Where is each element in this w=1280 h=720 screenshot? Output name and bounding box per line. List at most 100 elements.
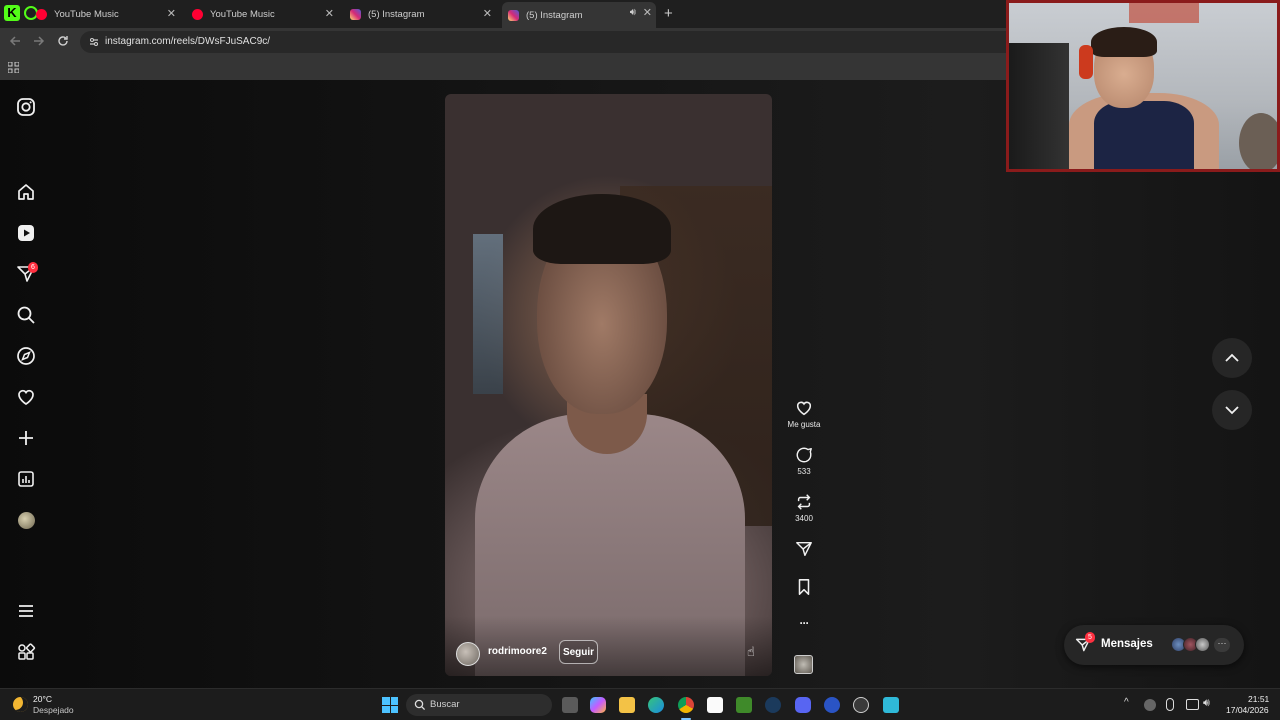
messages-pill-badge: 5 [1085, 632, 1095, 643]
instagram-favicon [508, 9, 519, 21]
search-icon [414, 699, 426, 711]
webcam-wall-shelf [1129, 3, 1199, 23]
microsoft-store-icon[interactable] [707, 697, 723, 713]
microphone-icon[interactable] [1166, 698, 1174, 711]
more-options-button[interactable]: ··· [784, 616, 824, 630]
tab-title: YouTube Music [54, 8, 119, 20]
file-explorer-icon[interactable] [619, 697, 635, 713]
cursor-hand-icon: ☝︎ [747, 644, 755, 659]
network-icon[interactable] [1186, 699, 1199, 710]
close-tab-icon[interactable]: ✕ [483, 7, 492, 20]
task-view-icon[interactable] [562, 697, 578, 713]
webcam-overlay [1006, 0, 1280, 172]
search-icon[interactable] [16, 305, 36, 325]
menu-icon[interactable] [16, 601, 36, 621]
youtube-music-favicon [192, 8, 203, 20]
weather-moon-icon[interactable] [13, 697, 28, 712]
weather-temp[interactable]: 20°C [33, 694, 52, 704]
follow-button[interactable]: Seguir [559, 640, 598, 664]
chevron-down-icon [1225, 406, 1239, 415]
tab-instagram-1[interactable]: (5) Instagram ✕ [346, 3, 496, 25]
like-button[interactable]: Me gusta [784, 399, 824, 429]
previous-reel-button[interactable] [1212, 338, 1252, 378]
volume-icon[interactable]: 🔊︎ [1203, 697, 1210, 710]
tab-youtube-music-2[interactable]: YouTube Music ✕ [188, 3, 338, 25]
tab-instagram-active[interactable]: (5) Instagram 🔊︎ ✕ [502, 2, 656, 28]
windows-start-icon[interactable] [382, 697, 398, 713]
youtube-music-favicon [36, 8, 47, 20]
home-icon[interactable] [16, 182, 36, 202]
tab-youtube-music-1[interactable]: YouTube Music ✕ [30, 3, 180, 25]
reel-video[interactable]: rodrimoore2 Seguir ☝︎ [445, 94, 772, 676]
discord-icon[interactable] [795, 697, 811, 713]
profile-avatar[interactable] [18, 512, 35, 529]
notifications-icon[interactable] [16, 387, 36, 407]
more-avatars-indicator: ··· [1214, 638, 1230, 652]
game-launcher-icon[interactable] [824, 697, 840, 713]
clock-date[interactable]: 17/04/2026 [1226, 705, 1269, 715]
next-reel-button[interactable] [1212, 390, 1252, 430]
weather-desc[interactable]: Despejado [33, 705, 74, 715]
search-placeholder: Buscar [430, 699, 460, 710]
author-username[interactable]: rodrimoore2 [488, 646, 547, 657]
close-tab-icon[interactable]: ✕ [167, 7, 176, 20]
minecraft-icon[interactable] [736, 697, 752, 713]
like-label: Me gusta [787, 420, 821, 429]
site-info-icon[interactable] [88, 36, 100, 48]
taskbar-search[interactable]: Buscar [406, 694, 552, 716]
webcam-chair [1009, 43, 1069, 169]
messages-badge: 6 [28, 262, 38, 273]
create-icon[interactable] [16, 428, 36, 448]
url-text: instagram.com/reels/DWsFJuSAC9c/ [105, 36, 271, 47]
browser-toolbar: instagram.com/reels/DWsFJuSAC9c/ [0, 28, 1006, 56]
dashboard-icon[interactable] [16, 469, 36, 489]
tray-app-icon[interactable] [1144, 699, 1156, 711]
messages-pill[interactable]: 5 Mensajes ··· [1064, 625, 1244, 665]
close-tab-icon[interactable]: ✕ [643, 6, 652, 19]
messages-icon[interactable]: 6 [16, 262, 38, 284]
video-person-hair [533, 194, 671, 264]
tab-title: YouTube Music [210, 8, 275, 20]
repost-button[interactable]: 3400 [784, 493, 824, 523]
save-button[interactable] [784, 578, 824, 596]
tab-title: (5) Instagram [368, 8, 425, 20]
instagram-favicon [350, 8, 361, 20]
explore-icon[interactable] [16, 346, 36, 366]
apps-icon[interactable] [16, 642, 36, 662]
author-avatar[interactable] [456, 642, 480, 666]
edge-icon[interactable] [648, 697, 664, 713]
audio-thumbnail[interactable] [794, 655, 813, 674]
steam-icon[interactable] [765, 697, 781, 713]
comments-count: 533 [797, 467, 811, 476]
share-icon [796, 541, 812, 557]
conversation-avatar [1195, 637, 1210, 652]
back-icon[interactable] [8, 34, 22, 48]
bookmark-icon [798, 579, 810, 595]
tray-overflow-icon[interactable]: ^ [1124, 697, 1129, 708]
windows-taskbar: 20°C Despejado Buscar ^ 🔊︎ 21:51 17/04/2… [0, 688, 1280, 720]
kick-extension-icon[interactable]: K [4, 5, 20, 21]
webcam-person-jersey [1094, 101, 1194, 169]
share-button[interactable] [784, 540, 824, 558]
instagram-logo-icon[interactable] [16, 97, 36, 117]
bookmarks-bar [0, 56, 1006, 80]
app-icon[interactable] [883, 697, 899, 713]
webcam-headphones [1079, 45, 1093, 79]
copilot-icon[interactable] [590, 697, 606, 713]
chrome-icon[interactable] [678, 697, 694, 713]
apps-grid-icon[interactable] [8, 62, 19, 73]
reload-icon[interactable] [56, 34, 70, 48]
clock-time[interactable]: 21:51 [1248, 694, 1269, 704]
browser-tab-bar: K YouTube Music ✕ YouTube Music ✕ (5) In… [0, 0, 1006, 28]
audio-playing-icon[interactable]: 🔊︎ [630, 7, 636, 18]
comment-button[interactable]: 533 [784, 446, 824, 476]
close-tab-icon[interactable]: ✕ [325, 7, 334, 20]
heart-icon [796, 401, 812, 416]
obs-icon[interactable] [853, 697, 869, 713]
tab-title: (5) Instagram [526, 9, 583, 21]
reels-icon[interactable] [16, 223, 36, 243]
address-bar[interactable]: instagram.com/reels/DWsFJuSAC9c/ [80, 31, 1006, 53]
new-tab-button[interactable]: + [664, 5, 673, 22]
webcam-background-object [1239, 113, 1277, 169]
forward-icon[interactable] [32, 34, 46, 48]
